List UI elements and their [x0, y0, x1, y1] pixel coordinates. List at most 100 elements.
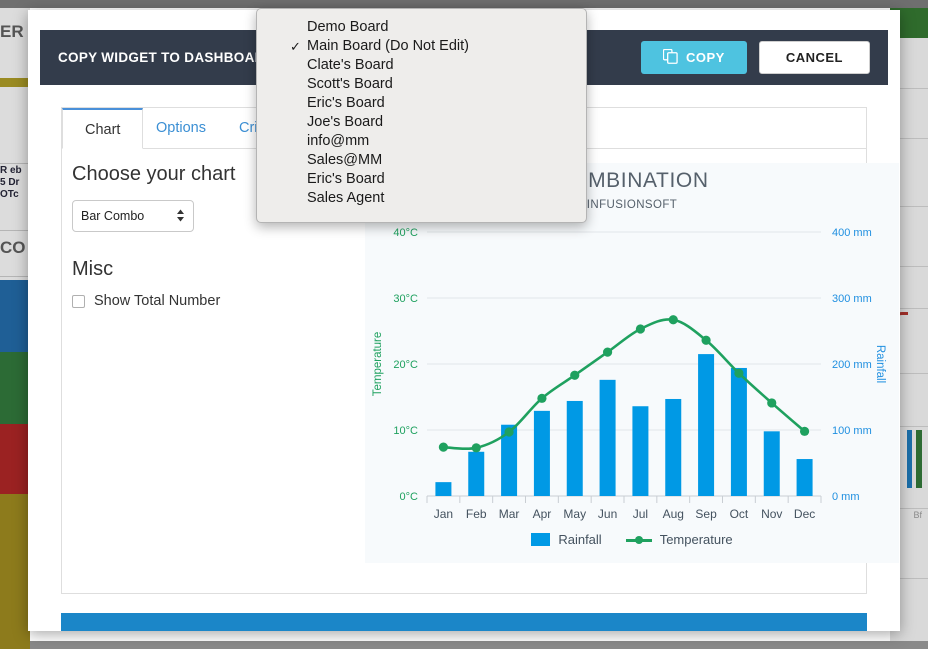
- bar-nov: [764, 431, 780, 496]
- temperature-point-oct: [734, 369, 743, 378]
- show-total-number-label: Show Total Number: [94, 293, 220, 309]
- copy-widget-modal: COPY WIDGET TO DASHBOARD: Main Board (Do…: [28, 10, 900, 631]
- y-axis-left-tick: 0°C: [400, 491, 419, 503]
- x-axis-tick-label: Dec: [794, 507, 815, 521]
- y-axis-right-tick: 100 mm: [832, 425, 872, 437]
- dropdown-item-label: Scott's Board: [307, 76, 393, 92]
- dropdown-item[interactable]: Eric's Board: [257, 94, 586, 113]
- x-axis-tick-label: Feb: [466, 507, 487, 521]
- temperature-point-jan: [439, 443, 448, 452]
- x-axis-tick-label: Jan: [434, 507, 453, 521]
- background-text-fragment-mid: CO: [0, 238, 26, 258]
- bar-apr: [534, 411, 550, 496]
- legend-label-rainfall: Rainfall: [558, 532, 601, 547]
- x-axis-tick-label: Oct: [730, 507, 749, 521]
- dropdown-item-selected[interactable]: ✓ Main Board (Do Not Edit): [257, 37, 586, 56]
- background-swatch-red: [0, 424, 30, 494]
- y-axis-left-tick: 10°C: [393, 425, 418, 437]
- bar-jun: [600, 380, 616, 496]
- dropdown-item[interactable]: Eric's Board: [257, 170, 586, 189]
- legend-swatch-rainfall: [531, 533, 550, 546]
- temperature-point-jun: [603, 348, 612, 357]
- dropdown-item[interactable]: Demo Board: [257, 18, 586, 37]
- dropdown-item-label: Sales Agent: [307, 190, 384, 206]
- bar-dec: [797, 459, 813, 496]
- copy-button-label: COPY: [686, 50, 725, 65]
- tab-options[interactable]: Options: [134, 108, 228, 149]
- dropdown-item-label: Eric's Board: [307, 95, 385, 111]
- modal-header-actions: COPY CANCEL: [641, 41, 870, 74]
- temperature-point-mar: [504, 427, 513, 436]
- board-dropdown-menu[interactable]: Demo Board ✓ Main Board (Do Not Edit) Cl…: [256, 8, 587, 223]
- temperature-point-sep: [701, 336, 710, 345]
- bottom-accent-bar: [61, 613, 867, 631]
- bar-may: [567, 401, 583, 496]
- dropdown-item-label: Joe's Board: [307, 114, 383, 130]
- chart-preview-card: COMBINATION INFUSIONSOFT 0°C0 mm10°C100 …: [365, 163, 899, 563]
- dropdown-item-label: Eric's Board: [307, 171, 385, 187]
- temperature-line: [443, 319, 804, 448]
- y-axis-right-tick: 200 mm: [832, 359, 872, 371]
- background-text-fragment-top: ER: [0, 22, 24, 42]
- temperature-point-dec: [800, 427, 809, 436]
- x-axis-tick-label: Jun: [598, 507, 617, 521]
- bar-jan: [435, 482, 451, 496]
- dropdown-item-label: info@mm: [307, 133, 369, 149]
- x-axis-tick-label: Aug: [663, 507, 684, 521]
- chart-type-select[interactable]: Bar Combo: [72, 200, 194, 232]
- dropdown-item-label: Sales@MM: [307, 152, 382, 168]
- combination-chart: 0°C 0 mm 10°C 100 mm 20°C 200 mm 30°C 300 mm 40°…: [365, 163, 899, 563]
- misc-heading: Misc: [72, 258, 352, 281]
- bar-sep: [698, 354, 714, 496]
- legend-swatch-temperature: [626, 533, 652, 546]
- legend-entry-rainfall: Rainfall: [531, 532, 601, 547]
- y-axis-left-tick: 30°C: [393, 293, 418, 305]
- y-axis-right-tick: 300 mm: [832, 293, 872, 305]
- background-bar-blue: [907, 430, 912, 488]
- temperature-point-jul: [636, 324, 645, 333]
- background-divider: [0, 163, 30, 164]
- y-axis-left-tick: 20°C: [393, 359, 418, 371]
- temperature-point-nov: [767, 398, 776, 407]
- dropdown-item[interactable]: Joe's Board: [257, 113, 586, 132]
- background-divider: [0, 230, 30, 231]
- cancel-button[interactable]: CANCEL: [759, 41, 870, 74]
- dropdown-item[interactable]: Clate's Board: [257, 56, 586, 75]
- bar-oct: [731, 368, 747, 496]
- background-text-fragment-block: R eb 5 Dr OTc: [0, 165, 22, 201]
- temperature-point-feb: [472, 443, 481, 452]
- y-axis-right-tick: 0 mm: [832, 491, 860, 503]
- x-axis-tick-label: May: [563, 507, 586, 521]
- modal-title: COPY WIDGET TO DASHBOARD:: [58, 50, 280, 65]
- temperature-point-may: [570, 371, 579, 380]
- bar-feb: [468, 452, 484, 496]
- y-axis-right-title: Rainfall: [874, 345, 886, 383]
- show-total-number-row[interactable]: Show Total Number: [72, 293, 352, 309]
- y-axis-right-tick: 400 mm: [832, 227, 872, 239]
- background-swatch-olive-2: [0, 494, 30, 649]
- bar-jul: [632, 406, 648, 496]
- dropdown-item[interactable]: info@mm: [257, 132, 586, 151]
- chart-legend: Rainfall Temperature: [365, 532, 899, 547]
- x-axis-tick-label: Sep: [695, 507, 717, 521]
- y-axis-left-tick: 40°C: [393, 227, 418, 239]
- dropdown-item[interactable]: Sales Agent: [257, 189, 586, 208]
- x-axis-tick-label: Jul: [633, 507, 648, 521]
- dropdown-item-label: Clate's Board: [307, 57, 394, 73]
- dropdown-item[interactable]: Sales@MM: [257, 151, 586, 170]
- bar-aug: [665, 399, 681, 496]
- check-icon: ✓: [290, 37, 301, 56]
- tab-chart[interactable]: Chart: [62, 108, 143, 149]
- copy-icon: [663, 49, 678, 67]
- background-top-bar: [0, 0, 928, 8]
- background-swatch-olive: [0, 78, 30, 87]
- background-swatch-green: [0, 352, 30, 424]
- dropdown-item[interactable]: Scott's Board: [257, 75, 586, 94]
- copy-button[interactable]: COPY: [641, 41, 747, 74]
- dropdown-item-label: Demo Board: [307, 19, 388, 35]
- show-total-number-checkbox[interactable]: [72, 295, 85, 308]
- legend-entry-temperature: Temperature: [626, 532, 733, 547]
- background-left-column: [0, 8, 30, 641]
- background-divider: [0, 276, 30, 277]
- x-axis-tick-label: Mar: [499, 507, 520, 521]
